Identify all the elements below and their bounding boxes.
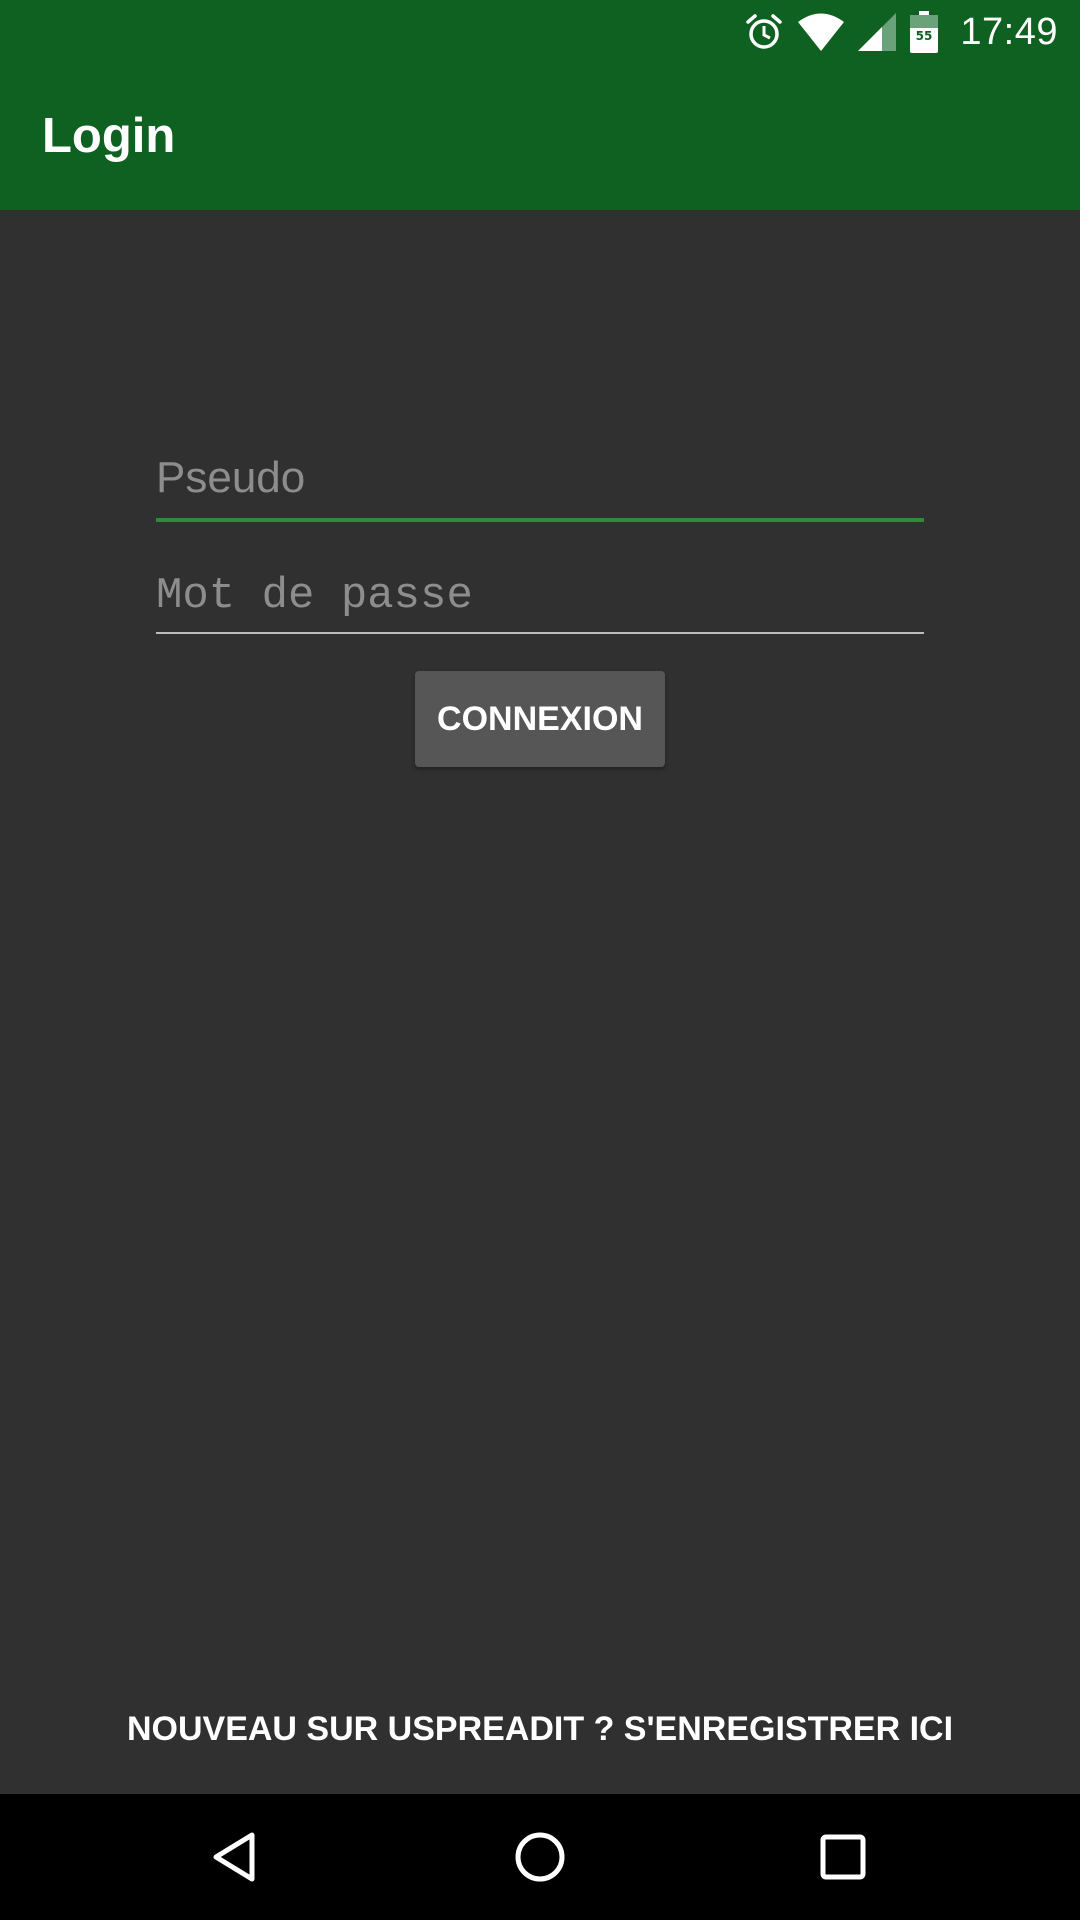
status-icons: 55 17:49 xyxy=(744,8,1058,56)
password-input[interactable] xyxy=(156,566,924,626)
password-underline xyxy=(156,632,924,634)
back-icon xyxy=(213,1832,255,1882)
login-screen: 55 17:49 Login CONNEXION NOUVEAU SUR USP… xyxy=(0,0,1080,1920)
wifi-icon xyxy=(798,13,845,51)
page-title: Login xyxy=(42,109,176,163)
clock: 17:49 xyxy=(960,10,1058,53)
battery-icon: 55 xyxy=(910,11,939,53)
cell-signal-icon xyxy=(858,13,897,51)
register-link[interactable]: NOUVEAU SUR USPREADIT ? S'ENREGISTRER IC… xyxy=(0,1710,1080,1749)
recents-icon xyxy=(820,1834,866,1880)
password-field xyxy=(156,566,924,634)
app-bar: 55 17:49 Login xyxy=(0,0,1080,210)
home-button[interactable] xyxy=(507,1824,573,1890)
navigation-bar xyxy=(0,1794,1080,1920)
username-underline xyxy=(156,518,924,522)
username-input[interactable] xyxy=(156,448,924,508)
back-button[interactable] xyxy=(203,1824,269,1890)
recents-button[interactable] xyxy=(810,1824,876,1890)
status-bar: 55 17:49 xyxy=(0,0,1080,63)
battery-level: 55 xyxy=(916,29,933,43)
username-field xyxy=(156,448,924,522)
alarm-icon xyxy=(744,12,784,52)
login-button[interactable]: CONNEXION xyxy=(415,671,665,767)
home-icon xyxy=(515,1832,565,1882)
